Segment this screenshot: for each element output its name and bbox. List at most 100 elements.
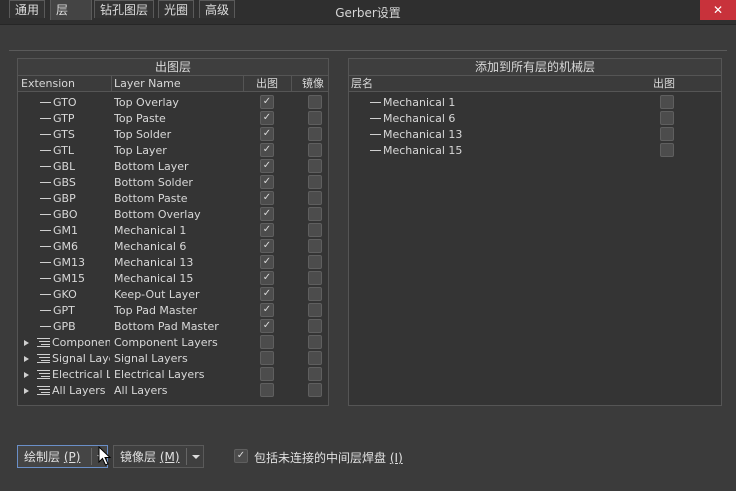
mirror-checkbox[interactable] [308, 127, 322, 141]
plot-checkbox[interactable]: ✓ [260, 271, 274, 285]
plot-checkbox[interactable]: ✓ [260, 111, 274, 125]
layer-row[interactable]: GM6 Mechanical 6 ✓ [18, 239, 328, 255]
mirror-checkbox[interactable] [308, 287, 322, 301]
plot-checkbox[interactable] [660, 143, 674, 157]
expand-arrow-icon[interactable] [24, 356, 29, 362]
plot-checkbox[interactable] [660, 111, 674, 125]
column-layer-name[interactable]: 层名 [351, 76, 373, 91]
layer-row[interactable]: GPT Top Pad Master ✓ [18, 303, 328, 319]
plot-checkbox[interactable]: ✓ [260, 223, 274, 237]
layer-extension: Component [52, 336, 110, 349]
expand-arrow-icon[interactable] [24, 340, 29, 346]
column-plot[interactable]: 出图 [653, 76, 675, 91]
layer-row[interactable]: GTP Top Paste ✓ [18, 111, 328, 127]
mirror-checkbox[interactable] [308, 383, 322, 397]
layer-group-row[interactable]: Component Component Layers [18, 335, 328, 351]
layer-row[interactable]: GM13 Mechanical 13 ✓ [18, 255, 328, 271]
column-plot[interactable]: 出图 [256, 76, 278, 91]
layer-name: Bottom Pad Master [114, 320, 219, 333]
layer-row[interactable]: GTL Top Layer ✓ [18, 143, 328, 159]
expand-arrow-icon[interactable] [24, 388, 29, 394]
plot-checkbox[interactable]: ✓ [260, 319, 274, 333]
plot-checkbox[interactable]: ✓ [260, 127, 274, 141]
plot-checkbox[interactable] [660, 127, 674, 141]
plot-checkbox[interactable]: ✓ [260, 303, 274, 317]
mirror-checkbox[interactable] [308, 95, 322, 109]
plot-checkbox[interactable]: ✓ [260, 255, 274, 269]
plot-checkbox[interactable] [260, 367, 274, 381]
plot-checkbox[interactable] [660, 95, 674, 109]
column-mirror[interactable]: 镜像 [302, 76, 324, 91]
layer-row[interactable]: GBL Bottom Layer ✓ [18, 159, 328, 175]
layer-row[interactable]: GPB Bottom Pad Master ✓ [18, 319, 328, 335]
mirror-checkbox[interactable] [308, 159, 322, 173]
plot-checkbox[interactable]: ✓ [260, 207, 274, 221]
mirror-checkbox[interactable] [308, 143, 322, 157]
tab-drill-drawing[interactable]: 钻孔图层 [94, 0, 155, 18]
layer-group-row[interactable]: All Layers All Layers [18, 383, 328, 399]
include-unconnected-pads-checkbox[interactable]: ✓ [234, 449, 248, 463]
mirror-checkbox[interactable] [308, 255, 322, 269]
mirror-checkbox[interactable] [308, 319, 322, 333]
tab-layers[interactable]: 层 [50, 0, 92, 20]
layer-row[interactable]: GM1 Mechanical 1 ✓ [18, 223, 328, 239]
layer-line-icon [370, 118, 381, 119]
layer-name: Mechanical 6 [383, 112, 456, 125]
mirror-checkbox[interactable] [308, 175, 322, 189]
plot-checkbox[interactable]: ✓ [260, 175, 274, 189]
mirror-checkbox[interactable] [308, 367, 322, 381]
plot-checkbox[interactable]: ✓ [260, 239, 274, 253]
mirror-layers-button[interactable]: 镜像层 (M) [113, 445, 204, 468]
layer-line-icon [40, 262, 51, 263]
mirror-checkbox[interactable] [308, 223, 322, 237]
mirror-checkbox[interactable] [308, 207, 322, 221]
layer-extension: GBP [53, 192, 76, 205]
plot-checkbox[interactable] [260, 335, 274, 349]
tab-general[interactable]: 通用 [9, 0, 46, 18]
layer-line-icon [40, 310, 51, 311]
layer-row[interactable]: GKO Keep-Out Layer ✓ [18, 287, 328, 303]
plot-checkbox[interactable] [260, 351, 274, 365]
plot-checkbox[interactable]: ✓ [260, 191, 274, 205]
column-extension[interactable]: Extension [21, 76, 75, 91]
mirror-checkbox[interactable] [308, 111, 322, 125]
mirror-checkbox[interactable] [308, 335, 322, 349]
layer-line-icon [40, 246, 51, 247]
mechanical-layers-column-header: 层名 出图 [349, 76, 721, 92]
chevron-down-icon[interactable] [192, 455, 200, 459]
plot-layers-hotkey: (P) [63, 450, 81, 464]
plot-checkbox[interactable]: ✓ [260, 159, 274, 173]
mechanical-layer-row[interactable]: Mechanical 15 [349, 143, 721, 159]
plot-checkbox[interactable]: ✓ [260, 95, 274, 109]
plot-layers-button[interactable]: 绘制层 (P) [17, 445, 108, 468]
expand-arrow-icon[interactable] [24, 372, 29, 378]
layer-row[interactable]: GTS Top Solder ✓ [18, 127, 328, 143]
mirror-checkbox[interactable] [308, 239, 322, 253]
column-layer-name[interactable]: Layer Name [114, 76, 181, 91]
layer-row[interactable]: GM15 Mechanical 15 ✓ [18, 271, 328, 287]
tab-apertures[interactable]: 光圈 [158, 0, 195, 18]
mechanical-layer-row[interactable]: Mechanical 1 [349, 95, 721, 111]
layer-line-icon [40, 230, 51, 231]
layer-name: Top Solder [114, 128, 172, 141]
layer-row[interactable]: GTO Top Overlay ✓ [18, 95, 328, 111]
layer-group-row[interactable]: Signal Layer Signal Layers [18, 351, 328, 367]
plot-checkbox[interactable]: ✓ [260, 143, 274, 157]
mirror-checkbox[interactable] [308, 351, 322, 365]
layer-extension: All Layers [52, 384, 106, 397]
layer-row[interactable]: GBO Bottom Overlay ✓ [18, 207, 328, 223]
mechanical-layer-row[interactable]: Mechanical 6 [349, 111, 721, 127]
mirror-checkbox[interactable] [308, 191, 322, 205]
layer-row[interactable]: GBS Bottom Solder ✓ [18, 175, 328, 191]
tab-advanced[interactable]: 高级 [199, 0, 236, 18]
include-unconnected-pads-label: 包括未连接的中间层焊盘 [254, 451, 387, 465]
close-button[interactable]: ✕ [700, 0, 736, 20]
layer-extension: GM1 [53, 224, 79, 237]
mirror-checkbox[interactable] [308, 303, 322, 317]
layer-row[interactable]: GBP Bottom Paste ✓ [18, 191, 328, 207]
plot-checkbox[interactable] [260, 383, 274, 397]
mechanical-layer-row[interactable]: Mechanical 13 [349, 127, 721, 143]
mirror-checkbox[interactable] [308, 271, 322, 285]
layer-group-row[interactable]: Electrical La Electrical Layers [18, 367, 328, 383]
plot-checkbox[interactable]: ✓ [260, 287, 274, 301]
